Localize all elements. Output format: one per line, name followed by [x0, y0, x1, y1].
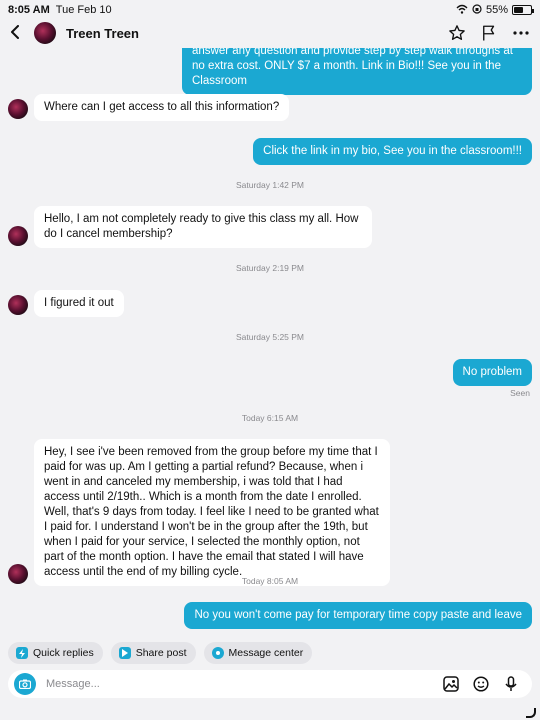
- chat-header: Treen Treen: [0, 18, 540, 48]
- timestamp: Today 6:15 AM: [241, 413, 299, 423]
- status-date: Tue Feb 10: [55, 4, 112, 16]
- battery-icon: [512, 5, 534, 15]
- quick-replies-button[interactable]: Quick replies: [8, 642, 103, 664]
- chevron-left-icon: [11, 24, 19, 39]
- timestamp: Today 8:05 AM: [241, 576, 299, 586]
- voice-button[interactable]: [502, 675, 520, 693]
- quick-replies-label: Quick replies: [33, 647, 94, 659]
- message-center-button[interactable]: Message center: [203, 642, 313, 664]
- image-icon: [443, 676, 459, 692]
- badge-icon: [211, 647, 224, 659]
- flag-button[interactable]: [480, 24, 498, 42]
- message-composer: [8, 670, 532, 698]
- more-horizontal-icon: [513, 31, 529, 35]
- message-row-incoming: Where can I get access to all this infor…: [8, 94, 290, 121]
- play-icon: [118, 647, 131, 659]
- lightning-icon: [16, 647, 28, 659]
- message-incoming[interactable]: Hey, I see i've been removed from the gr…: [34, 439, 390, 586]
- status-bar: 8:05 AM Tue Feb 10 55%: [0, 0, 540, 20]
- message-thread[interactable]: answer any question and provide step by …: [0, 48, 540, 638]
- header-actions: [448, 24, 530, 42]
- camera-icon: [19, 679, 31, 689]
- home-indicator: [526, 708, 536, 718]
- timestamp: Saturday 2:19 PM: [235, 263, 305, 273]
- wifi-icon: [456, 4, 468, 17]
- message-row-incoming: Hey, I see i've been removed from the gr…: [8, 439, 390, 586]
- message-row-incoming: Hello, I am not completely ready to give…: [8, 206, 372, 248]
- timestamp: Saturday 5:25 PM: [235, 332, 305, 342]
- orientation-lock-icon: [472, 3, 482, 17]
- status-left: 8:05 AM Tue Feb 10: [8, 4, 112, 16]
- message-outgoing[interactable]: No you won't come pay for temporary time…: [184, 602, 532, 629]
- message-incoming[interactable]: Hello, I am not completely ready to give…: [34, 206, 372, 248]
- more-options-button[interactable]: [512, 24, 530, 42]
- seen-indicator: Seen: [510, 388, 530, 398]
- contact-name[interactable]: Treen Treen: [66, 26, 139, 41]
- avatar[interactable]: [32, 20, 58, 46]
- camera-button[interactable]: [14, 673, 36, 695]
- back-button[interactable]: [10, 23, 24, 44]
- share-post-button[interactable]: Share post: [110, 642, 196, 664]
- message-center-label: Message center: [228, 647, 304, 659]
- sender-avatar[interactable]: [8, 295, 28, 315]
- status-right: 55%: [456, 3, 534, 17]
- status-time: 8:05 AM: [8, 4, 50, 16]
- sticker-icon: [473, 676, 489, 692]
- sender-avatar[interactable]: [8, 99, 28, 119]
- microphone-icon: [505, 676, 517, 691]
- gallery-button[interactable]: [442, 675, 460, 693]
- message-outgoing[interactable]: No problem: [452, 359, 532, 386]
- message-outgoing[interactable]: answer any question and provide step by …: [182, 48, 532, 95]
- share-post-label: Share post: [135, 647, 187, 659]
- sender-avatar[interactable]: [8, 226, 28, 246]
- message-incoming[interactable]: I figured it out: [34, 290, 124, 317]
- battery-percent: 55%: [485, 4, 508, 16]
- message-input[interactable]: [46, 678, 442, 690]
- star-button[interactable]: [448, 24, 466, 42]
- battery-fill: [514, 7, 523, 13]
- star-icon: [449, 25, 465, 40]
- flag-icon: [483, 25, 495, 41]
- quick-actions-bar: Quick replies Share post Message center: [8, 642, 313, 664]
- sticker-button[interactable]: [472, 675, 490, 693]
- timestamp: Saturday 1:42 PM: [235, 180, 305, 190]
- message-outgoing[interactable]: Click the link in my bio, See you in the…: [253, 138, 532, 165]
- message-row-incoming: I figured it out: [8, 290, 124, 317]
- composer-actions: [442, 675, 520, 693]
- message-incoming[interactable]: Where can I get access to all this infor…: [34, 94, 290, 121]
